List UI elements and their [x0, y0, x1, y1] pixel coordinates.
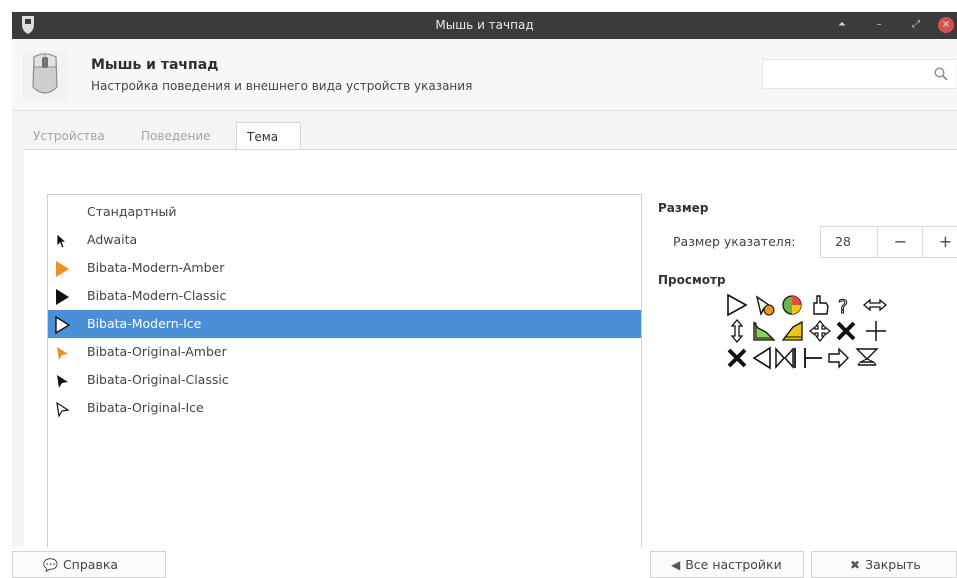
busy-icon: [782, 295, 802, 315]
speech-bubble-icon: 💬: [43, 558, 58, 572]
cursor-theme-list[interactable]: Стандартный Adwaita Bibata-Modern-Amber …: [47, 194, 642, 568]
tab-panel: Стандартный Adwaita Bibata-Modern-Amber …: [24, 149, 957, 568]
minimize-button[interactable]: –: [871, 17, 887, 33]
tab-behavior[interactable]: Поведение: [141, 122, 211, 150]
back-arrow-icon: ◀: [671, 558, 681, 572]
theme-item-adwaita[interactable]: Adwaita: [48, 226, 641, 254]
maximize-button[interactable]: ⤢: [908, 17, 924, 33]
footer-bar: 💬 Справка ◀ Все настройки ✖ Закрыть: [0, 547, 957, 578]
arrow-icon: [727, 293, 748, 317]
window-titlebar[interactable]: Мышь и тачпад ⏶ – ⤢ ×: [12, 12, 957, 39]
theme-item-label: Bibata-Original-Amber: [87, 344, 227, 359]
black-arrow-icon: [56, 289, 69, 305]
increase-size-button[interactable]: +: [922, 227, 957, 257]
theme-item-bibata-original-amber[interactable]: Bibata-Original-Amber: [48, 338, 641, 366]
theme-item-bibata-modern-classic[interactable]: Bibata-Modern-Classic: [48, 282, 641, 310]
cursor-size-spinbox[interactable]: 28 − +: [820, 226, 957, 258]
theme-item-label: Adwaita: [87, 232, 138, 247]
mouse-icon: [22, 51, 68, 101]
corner-resize-filled-icon: [781, 320, 803, 341]
search-box[interactable]: [762, 59, 956, 89]
black-arrow-icon: [57, 375, 68, 388]
text-bar-icon: [804, 348, 822, 368]
corner-resize-icon: [753, 321, 776, 341]
search-input[interactable]: [763, 60, 923, 88]
right-arrow-icon: [828, 347, 849, 369]
cursor-options-panel: Размер Размер указателя: 28 − + Просмотр…: [658, 194, 957, 568]
cursor-size-label: Размер указателя:: [673, 234, 796, 249]
hourglass-icon: [855, 348, 879, 366]
decrease-size-button[interactable]: −: [877, 227, 923, 257]
help-button[interactable]: 💬 Справка: [12, 551, 166, 578]
amber-arrow-icon: [56, 261, 69, 277]
theme-item-label: Bibata-Modern-Ice: [87, 316, 202, 331]
theme-item-label: Bibata-Original-Ice: [87, 400, 204, 415]
svg-text:?: ?: [838, 296, 848, 318]
forbidden-icon: [727, 348, 747, 368]
split-icon: [775, 347, 796, 369]
theme-item-bibata-original-classic[interactable]: Bibata-Original-Classic: [48, 366, 641, 394]
close-icon: ✖: [850, 558, 861, 572]
theme-item-label: Bibata-Modern-Classic: [87, 288, 227, 303]
theme-item-bibata-original-ice[interactable]: Bibata-Original-Ice: [48, 394, 641, 422]
move-icon: [809, 320, 831, 342]
close-button[interactable]: ✖ Закрыть: [811, 551, 957, 578]
all-settings-label: Все настройки: [685, 557, 782, 572]
size-section-title: Размер: [658, 201, 709, 215]
cursor-preview: ?: [727, 293, 888, 370]
theme-item-standard[interactable]: Стандартный: [48, 198, 641, 226]
left-arrow-icon: [752, 346, 771, 370]
tab-theme[interactable]: Тема: [236, 122, 301, 150]
module-header: Мышь и тачпад Настройка поведения и внеш…: [12, 39, 957, 111]
window-title: Мышь и тачпад: [435, 18, 534, 32]
shade-button[interactable]: ⏶: [834, 17, 850, 33]
page-title: Мышь и тачпад: [91, 57, 219, 73]
wait-icon: [755, 295, 775, 317]
preview-section-title: Просмотр: [658, 273, 726, 287]
theme-item-bibata-modern-ice[interactable]: Bibata-Modern-Ice: [48, 310, 641, 338]
theme-item-label: Bibata-Modern-Amber: [87, 260, 225, 275]
plus-icon: [866, 321, 886, 341]
all-settings-button[interactable]: ◀ Все настройки: [650, 551, 804, 578]
close-button-label: Закрыть: [865, 557, 921, 572]
close-window-button[interactable]: ×: [938, 17, 954, 33]
cursor-size-value[interactable]: 28: [821, 227, 877, 257]
hand-icon: [813, 295, 829, 315]
theme-item-bibata-modern-amber[interactable]: Bibata-Modern-Amber: [48, 254, 641, 282]
resize-vertical-icon: [730, 318, 744, 344]
search-icon[interactable]: [934, 67, 948, 81]
cross-icon: [836, 321, 856, 341]
white-arrow-icon: [56, 401, 70, 418]
help-button-label: Справка: [62, 557, 119, 572]
content-area: Устройства Поведение Тема Стандартный Ad…: [12, 111, 957, 568]
resize-horizontal-icon: [862, 298, 888, 312]
amber-arrow-icon: [57, 347, 68, 360]
theme-item-label: Bibata-Original-Classic: [87, 372, 229, 387]
tab-devices[interactable]: Устройства: [33, 122, 105, 150]
white-arrow-icon: [55, 316, 71, 334]
adwaita-arrow-icon: [56, 233, 68, 249]
help-icon: ?: [838, 296, 849, 319]
page-subtitle: Настройка поведения и внешнего вида устр…: [91, 79, 473, 93]
theme-item-label: Стандартный: [87, 204, 177, 219]
